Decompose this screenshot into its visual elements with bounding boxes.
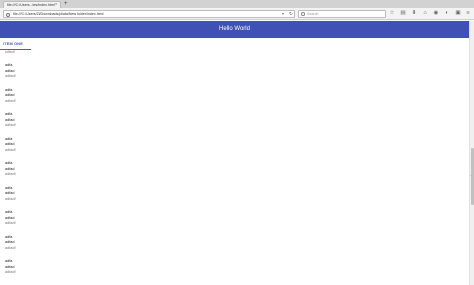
- app-title: Hello World: [219, 26, 250, 32]
- extensions-icon[interactable]: ▣: [455, 10, 461, 16]
- list-item-line3: adfadf: [5, 98, 16, 103]
- list-item: adfa adfad adfadf: [5, 161, 445, 178]
- scrollbar-thumb[interactable]: [470, 148, 474, 205]
- list-item-line3: adfadf: [5, 245, 16, 250]
- share-icon[interactable]: ◐: [444, 10, 450, 16]
- page-scrollbar[interactable]: ›: [469, 21, 474, 285]
- star-icon[interactable]: ☆: [389, 10, 395, 16]
- url-text[interactable]: file:///C:/Users/Zi/Downloads/pliata/New…: [13, 11, 103, 17]
- list-item-line3: adfadf: [5, 196, 16, 201]
- app-bar: Hello World: [0, 21, 469, 38]
- info-icon[interactable]: [6, 12, 10, 17]
- list-item: adfa adfad adfadf: [5, 137, 445, 154]
- home-icon[interactable]: ⌂: [422, 10, 428, 16]
- list-item: adfa adfad adfadf: [5, 112, 445, 129]
- pocket-icon[interactable]: ◉: [433, 10, 439, 16]
- download-icon[interactable]: ⬇: [411, 10, 417, 16]
- search-box[interactable]: Search: [298, 10, 386, 18]
- list-item-line3: adfadf: [5, 172, 16, 176]
- url-history-dropdown-icon[interactable]: ▾: [282, 11, 284, 17]
- tab-bar: ITEM ONE: [0, 38, 469, 50]
- list-item: adfa adfad adfadf: [5, 259, 445, 276]
- browser-tab[interactable]: file:///C:/Users...tes/index.html: [3, 1, 61, 8]
- new-tab-button[interactable]: +: [64, 1, 68, 7]
- tab-title: file:///C:/Users...tes/index.html: [7, 3, 55, 7]
- scroll-right-arrow-icon[interactable]: ›: [470, 173, 471, 177]
- search-icon: [301, 12, 305, 16]
- list-item-line3: adfadf: [5, 270, 16, 274]
- address-bar[interactable]: file:///C:/Users/Zi/Downloads/pliata/New…: [3, 10, 295, 18]
- list-item-line3: adfadf: [5, 147, 16, 152]
- list-item-line3: adfadf: [5, 123, 16, 127]
- list-item: adfa adfad adfadf: [5, 235, 445, 252]
- content-list: sdfsdf adfa adfad adfadf adfa adfad adfadf adf…: [5, 50, 445, 276]
- menu-icon[interactable]: ≡: [465, 10, 471, 16]
- reading-list-icon[interactable]: ▤: [400, 10, 406, 16]
- list-item-line3: adfadf: [5, 74, 16, 78]
- browser-window: file:///C:/Users...tes/index.html × + fi…: [0, 0, 474, 285]
- reload-icon[interactable]: ↻: [289, 11, 293, 17]
- list-item: adfa adfad adfadf: [5, 210, 445, 227]
- navigation-bar: file:///C:/Users/Zi/Downloads/pliata/New…: [0, 8, 474, 20]
- list-item-line3: adfadf: [5, 221, 16, 225]
- page-viewport: Hello World ITEM ONE sdfsdf adfa adfad adf…: [0, 21, 469, 285]
- list-item: adfa adfad adfadf: [5, 63, 445, 80]
- tab-close-icon[interactable]: ×: [55, 1, 57, 6]
- lead-text: sdfsdf: [5, 50, 15, 54]
- list-item: adfa adfad adfadf: [5, 88, 445, 105]
- search-input[interactable]: Search: [307, 11, 318, 17]
- tab-strip: file:///C:/Users...tes/index.html × +: [0, 0, 474, 8]
- tab-item-one[interactable]: ITEM ONE: [3, 42, 23, 46]
- list-item: adfa adfad adfadf: [5, 186, 445, 203]
